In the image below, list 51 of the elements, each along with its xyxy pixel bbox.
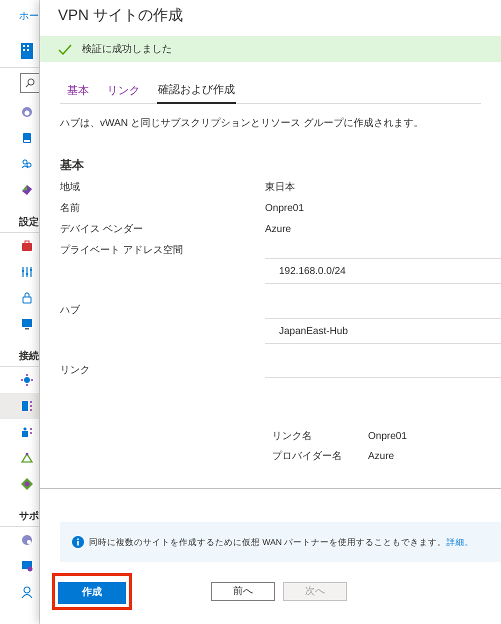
search-icon [25,78,35,88]
sidebar-item[interactable] [0,393,39,419]
field-label: プライベート アドレス空間 [60,244,184,258]
create-button[interactable]: 作成 [58,582,126,604]
sidebar-icon [20,157,34,171]
sidebar-icon [20,183,34,197]
table-cell: JapanEast-Hub [265,318,501,344]
sidebar-icon [20,533,34,547]
field-label: ハブ [60,304,81,318]
sidebar-icon [20,559,34,573]
field-value: Onpre01 [368,430,407,444]
info-icon [72,536,84,548]
section-heading: 接続 [0,337,39,367]
field-value: Onpre01 [265,202,305,216]
section-heading: 基本 [60,157,85,174]
field-label: 地域 [60,180,81,195]
section-heading: サポ [0,497,39,527]
banner-text: 検証に成功しました [82,42,172,56]
description-text: ハブは、vWAN と同じサブスクリプションとリソース グループに作成されます。 [60,116,425,131]
field-label: リンク名 [272,430,313,444]
sidebar-icon [20,399,34,413]
sidebar-icon [20,585,34,599]
info-text: 同時に複数のサイトを作成するために仮想 WAN パートナーを使用することもできます。詳細。 [89,536,474,548]
sidebar-icon [20,291,34,305]
field-label: プロバイダー名 [272,450,343,464]
field-value: Azure [368,450,394,464]
breadcrumb-link[interactable]: ホー [0,0,39,34]
table-cell: 192.168.0.0/24 [265,258,501,284]
sidebar-icon [20,477,34,491]
tab[interactable]: リンク [106,82,141,104]
details-link[interactable]: 詳細。 [446,536,474,547]
panel-title: VPN サイトの作成 [57,6,184,26]
field-label: リンク [60,364,91,378]
sidebar-icon [20,451,34,465]
field-label: デバイス ベンダー [60,223,144,237]
sidebar-icon [20,317,34,331]
building-icon [20,42,34,60]
sidebar-icon [20,105,34,119]
checkmark-icon [58,44,72,54]
sidebar-icon [20,131,34,145]
tab[interactable]: 確認および作成 [157,82,236,104]
field-value: 東日本 [265,180,296,195]
sidebar-icon [20,425,34,439]
sidebar-icon [20,265,34,279]
sidebar-icon [20,373,34,387]
field-value: Azure [265,223,292,237]
field-label: 名前 [60,202,81,216]
tab[interactable]: 基本 [66,82,90,104]
sidebar-icon [20,239,34,253]
previous-button[interactable]: 前へ [211,582,275,601]
section-heading: 設定 [0,203,39,233]
